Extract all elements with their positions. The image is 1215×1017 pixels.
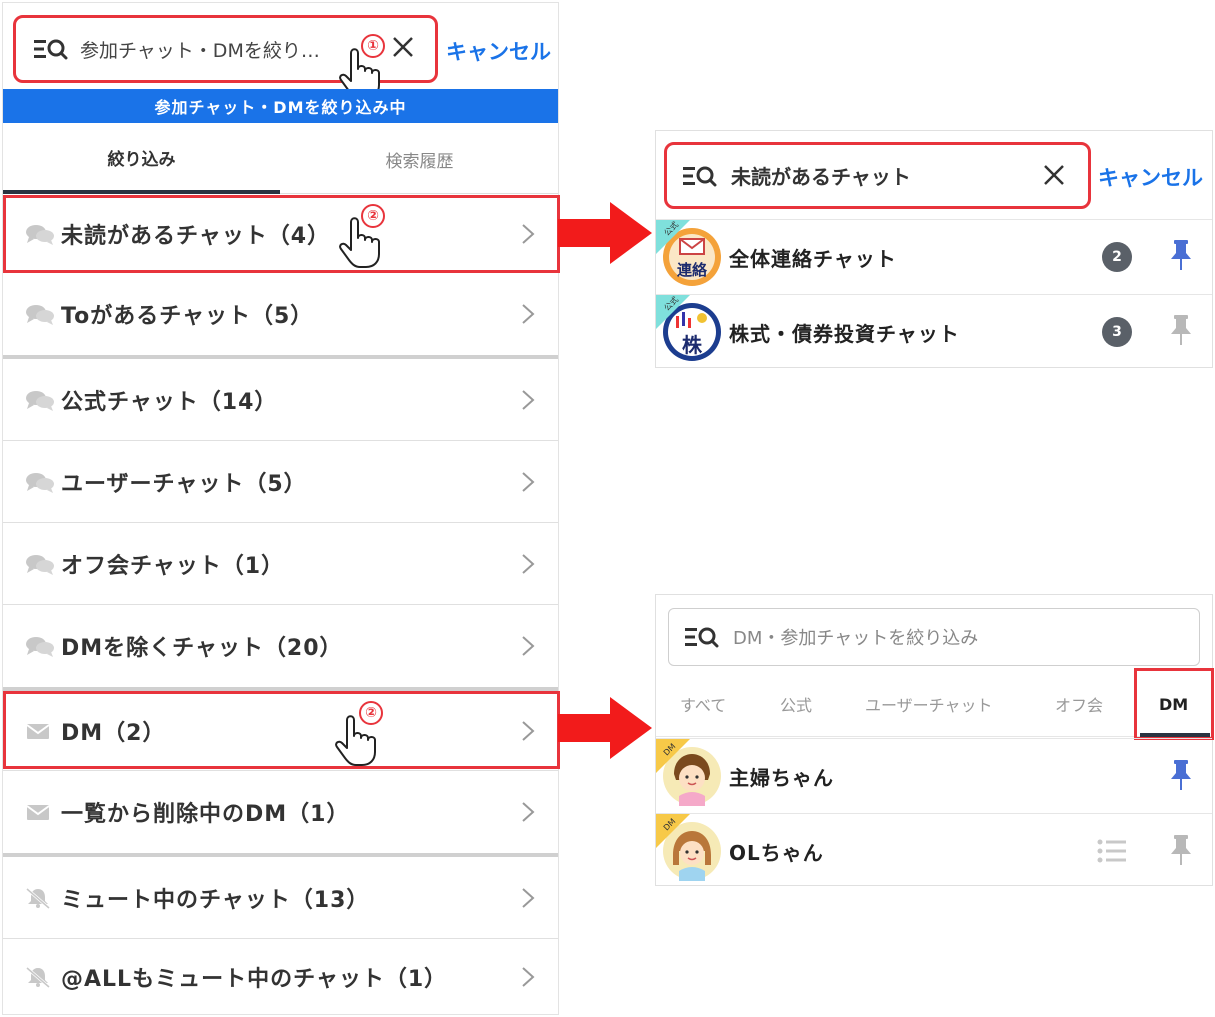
filter-panel: 参加チャット・DMを絞り… ① キャンセル 参加チャット・DMを絞り込み中 絞り…: [2, 2, 560, 1015]
filter-search-icon: [683, 166, 717, 186]
filter-item-removed-dm[interactable]: 一覧から削除中のDM（1）: [3, 771, 558, 857]
search-placeholder: DM・参加チャットを絞り込み: [733, 628, 979, 649]
cancel-button[interactable]: キャンセル: [1098, 162, 1203, 192]
clear-icon[interactable]: [1042, 163, 1066, 187]
unread-results-panel: 未読があるチャット キャンセル 連絡 公式 全体連絡チャット 2 株 公式 株式…: [655, 130, 1213, 368]
chat-bubbles-icon: [26, 390, 54, 411]
filter-item-label: DMを除くチャット（20）: [61, 636, 343, 661]
filter-item-label: Toがあるチャット（5）: [61, 304, 314, 329]
filter-item-label: オフ会チャット（1）: [61, 553, 285, 579]
chat-bubbles-icon: [26, 637, 54, 657]
chat-item[interactable]: 株 公式 株式・債券投資チャット 3: [656, 294, 1212, 369]
filter-item-all-muted[interactable]: @ALLもミュート中のチャット（1）: [3, 939, 558, 1015]
filter-search-icon: [685, 627, 719, 648]
filter-item-label: ミュート中のチャット（13）: [61, 887, 370, 913]
pin-icon[interactable]: [1170, 314, 1192, 346]
chat-bubbles-icon: [26, 472, 54, 493]
pin-icon[interactable]: [1170, 759, 1192, 791]
chat-name: 株式・債券投資チャット: [729, 322, 960, 346]
tab-offkai[interactable]: オフ会: [1055, 671, 1103, 737]
official-tag: 公式: [656, 220, 690, 254]
tab-search-history[interactable]: 検索履歴: [281, 124, 558, 194]
unread-badge: 3: [1102, 317, 1132, 347]
pointing-hand-icon: [339, 217, 380, 268]
official-tag: 公式: [656, 295, 690, 329]
filter-tabs: 絞り込み 検索履歴: [3, 124, 558, 194]
arrow-right-icon: [558, 202, 652, 264]
arrow-right-icon: [558, 697, 652, 759]
filter-active-banner: 参加チャット・DMを絞り込み中: [3, 89, 558, 123]
filter-item-user[interactable]: ユーザーチャット（5）: [3, 441, 558, 523]
search-input[interactable]: 未読があるチャット: [671, 149, 1084, 202]
filter-item-offkai[interactable]: オフ会チャット（1）: [3, 523, 558, 605]
chevron-right-icon: [522, 304, 535, 324]
pin-icon[interactable]: [1170, 834, 1192, 866]
tab-official[interactable]: 公式: [780, 671, 812, 737]
clear-icon[interactable]: [391, 35, 415, 59]
highlight-unread: [3, 195, 560, 273]
chat-name: 全体連絡チャット: [729, 247, 897, 271]
filter-item-to[interactable]: Toがあるチャット（5）: [3, 273, 558, 359]
svg-text:株: 株: [682, 333, 703, 357]
chevron-right-icon: [522, 802, 535, 822]
dm-name: 主婦ちゃん: [729, 766, 834, 790]
chat-bubbles-icon: [26, 305, 54, 325]
filter-item-label: 公式チャット（14）: [61, 389, 278, 415]
search-highlight: 未読があるチャット: [664, 142, 1091, 209]
chevron-right-icon: [522, 471, 535, 492]
pointing-hand-icon: [335, 715, 376, 766]
category-tabs: すべて 公式 ユーザーチャット オフ会 DM: [656, 671, 1212, 737]
dm-name: OLちゃん: [729, 841, 824, 865]
dm-results-panel: DM・参加チャットを絞り込み すべて 公式 ユーザーチャット オフ会 DM DM…: [655, 594, 1214, 888]
chevron-right-icon: [522, 967, 535, 987]
list-icon[interactable]: [1096, 838, 1128, 864]
chat-bubbles-icon: [26, 554, 54, 575]
tab-filter[interactable]: 絞り込み: [3, 124, 280, 194]
filter-search-icon: [34, 39, 68, 60]
pin-icon[interactable]: [1170, 239, 1192, 271]
chevron-right-icon: [522, 636, 535, 656]
unread-badge: 2: [1102, 242, 1132, 272]
tab-all[interactable]: すべて: [680, 671, 726, 737]
chevron-right-icon: [522, 887, 535, 908]
svg-text:連絡: 連絡: [677, 261, 708, 279]
muted-bell-icon: [26, 966, 50, 988]
search-text: 未読があるチャット: [731, 165, 911, 189]
highlight-dm-tab: [1134, 668, 1214, 740]
dm-tag: DM: [656, 739, 690, 773]
highlight-dm: [3, 691, 560, 769]
filter-item-label: 一覧から削除中のDM（1）: [61, 802, 350, 827]
filter-item-exclude-dm[interactable]: DMを除くチャット（20）: [3, 605, 558, 691]
muted-bell-icon: [26, 887, 50, 909]
chevron-right-icon: [522, 389, 535, 410]
search-text: 参加チャット・DMを絞り…: [80, 39, 320, 62]
envelope-icon: [26, 805, 50, 820]
cancel-button[interactable]: キャンセル: [446, 36, 551, 66]
dm-item[interactable]: DM OLちゃん: [656, 813, 1212, 888]
filter-item-official[interactable]: 公式チャット（14）: [3, 359, 558, 441]
filter-item-muted[interactable]: ミュート中のチャット（13）: [3, 857, 558, 939]
chevron-right-icon: [522, 553, 535, 574]
search-input[interactable]: DM・参加チャットを絞り込み: [668, 608, 1200, 666]
filter-item-label: @ALLもミュート中のチャット（1）: [61, 967, 448, 992]
dm-item[interactable]: DM 主婦ちゃん: [656, 738, 1212, 813]
tab-user-chat[interactable]: ユーザーチャット: [865, 671, 993, 737]
filter-item-label: ユーザーチャット（5）: [61, 471, 307, 497]
chat-item[interactable]: 連絡 公式 全体連絡チャット 2: [656, 219, 1212, 294]
dm-tag: DM: [656, 814, 690, 848]
